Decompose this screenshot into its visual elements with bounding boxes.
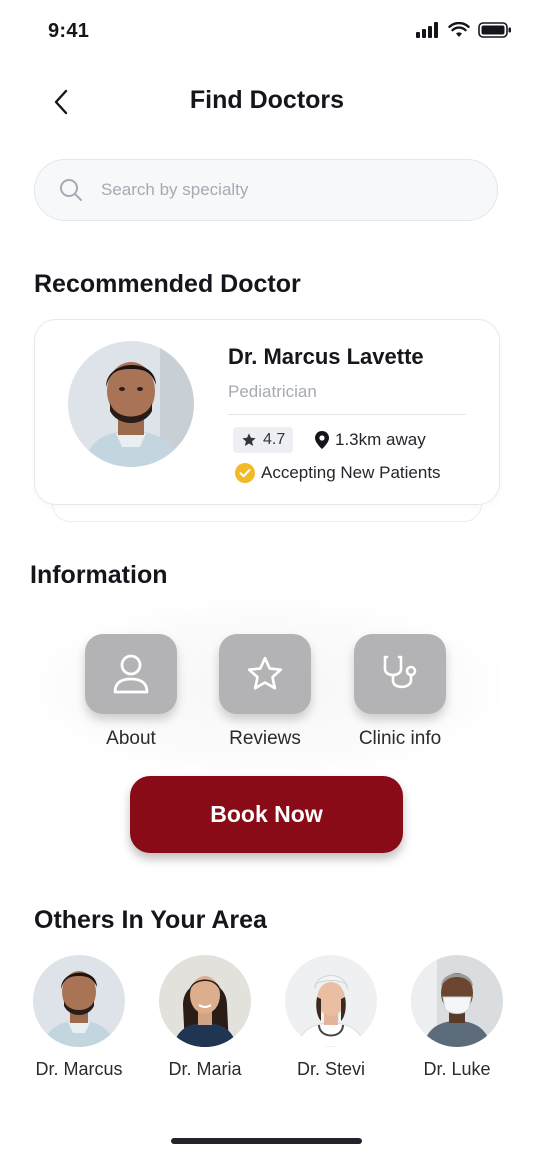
check-circle-icon <box>235 463 255 483</box>
info-clinic[interactable]: Clinic info <box>335 634 465 750</box>
search-input[interactable] <box>99 179 463 201</box>
doctor-avatar <box>159 955 251 1047</box>
card-divider <box>228 414 466 415</box>
about-label: About <box>106 728 156 749</box>
other-doctor-stevi[interactable]: Dr. Stevi <box>276 955 386 1080</box>
doctor-name-label: Dr. Stevi <box>296 1059 366 1079</box>
clinic-info-label: Clinic info <box>358 728 442 749</box>
doctor-name: Dr. Marcus Lavette <box>228 344 424 369</box>
doctor-avatar <box>285 955 377 1047</box>
information-section-title: Information <box>30 561 168 589</box>
other-doctor-marcus[interactable]: Dr. Marcus <box>24 955 134 1080</box>
stethoscope-icon <box>383 655 417 689</box>
info-reviews[interactable]: Reviews <box>200 634 330 750</box>
distance-value: 1.3km away <box>335 430 426 449</box>
user-icon <box>113 654 149 694</box>
star-filled-icon <box>242 433 256 446</box>
rating-value: 4.7 <box>263 431 286 448</box>
clinic-info-button[interactable] <box>354 634 446 714</box>
cellular-signal-icon <box>416 22 438 38</box>
other-doctor-luke[interactable]: Dr. Luke <box>402 955 512 1080</box>
location-pin-icon <box>315 431 329 449</box>
status-icons <box>416 22 512 38</box>
reviews-label: Reviews <box>229 728 301 749</box>
star-icon <box>247 656 283 690</box>
search-icon <box>60 179 82 201</box>
about-button[interactable] <box>85 634 177 714</box>
accepting-status-label: Accepting New Patients <box>261 463 441 482</box>
doctor-name-label: Dr. Luke <box>423 1059 491 1079</box>
accepting-status: Accepting New Patients <box>235 463 441 483</box>
wifi-icon <box>448 22 470 37</box>
search-bar[interactable] <box>34 159 498 221</box>
distance: 1.3km away <box>315 430 426 450</box>
doctor-name-label: Dr. Maria <box>168 1059 242 1079</box>
doctor-avatar <box>411 955 503 1047</box>
page-title: Find Doctors <box>189 86 345 114</box>
doctor-specialty: Pediatrician <box>228 382 317 401</box>
book-now-button[interactable]: Book Now <box>130 776 403 853</box>
rating-badge: 4.7 <box>233 427 294 453</box>
recommended-section-title: Recommended Doctor <box>34 270 301 298</box>
others-section-title: Others In Your Area <box>34 906 267 934</box>
doctor-avatar <box>33 955 125 1047</box>
doctor-name-label: Dr. Marcus <box>35 1059 123 1079</box>
status-time: 9:41 <box>48 20 90 42</box>
other-doctor-maria[interactable]: Dr. Maria <box>150 955 260 1080</box>
reviews-button[interactable] <box>219 634 311 714</box>
battery-icon <box>478 22 511 38</box>
doctor-photo <box>68 341 194 467</box>
info-about[interactable]: About <box>66 634 196 750</box>
home-indicator[interactable] <box>171 1138 362 1144</box>
